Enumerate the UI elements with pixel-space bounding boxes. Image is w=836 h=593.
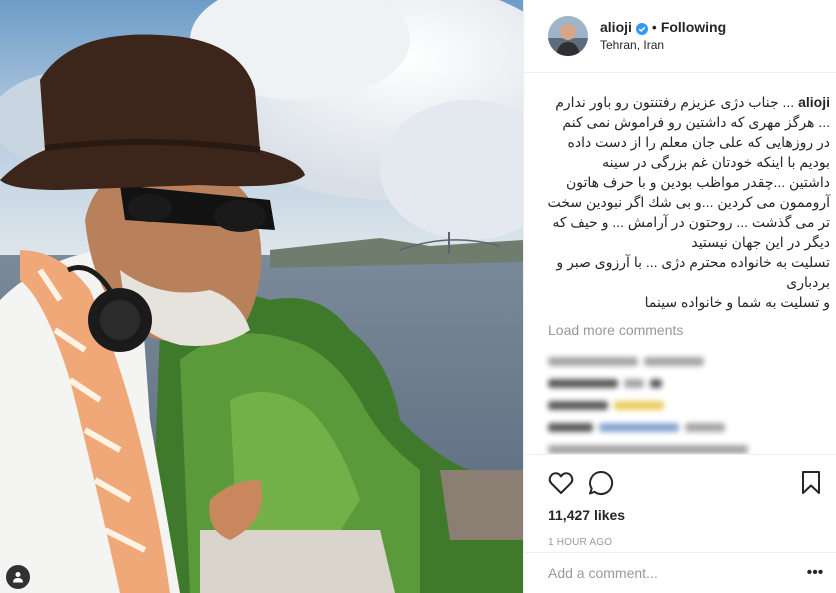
post-sidebar: alioji • Following Tehran, Iran alioji .… [523, 0, 836, 593]
caption-line: بودیم با اینکه خودتان غم بزرگی در سینه [602, 154, 830, 170]
bookmark-icon[interactable] [797, 463, 821, 503]
separator-dot: • [651, 19, 657, 35]
caption-line: تر می گذشت ... روحتون در آرامش ... و حیف… [552, 214, 830, 230]
comments-section: alioji ... جناب دژی عزیزم رفتنتون رو باو… [524, 74, 836, 454]
blurred-comment [548, 372, 827, 394]
blurred-comment [548, 438, 827, 454]
instagram-post: alioji • Following Tehran, Iran alioji .… [0, 0, 836, 593]
caption-line: دیگر در این جهان نیستید [691, 234, 830, 250]
action-icons [548, 463, 821, 503]
header-text: alioji • Following Tehran, Iran [600, 18, 726, 54]
username-link[interactable]: alioji [600, 18, 632, 36]
post-actions: 11,427 likes 1 HOUR AGO [524, 454, 836, 548]
load-more-comments-button[interactable]: Load more comments [548, 322, 827, 338]
likes-count[interactable]: 11,427 likes [548, 507, 821, 523]
photo-man-in-hat-by-sea [0, 0, 523, 593]
add-comment-bar: ••• [524, 552, 836, 593]
caption-line: تسلیت به خانواده محترم دژی ... با آرزوی … [556, 254, 830, 270]
comment-input[interactable] [548, 565, 805, 581]
post-header: alioji • Following Tehran, Iran [524, 0, 836, 73]
comment-bubble-icon[interactable] [588, 463, 628, 503]
verified-badge-icon [635, 21, 648, 35]
post-timestamp[interactable]: 1 HOUR AGO [548, 537, 821, 548]
caption-line: داشتین ...چقدر مواظب بودین و با حرف هاتو… [565, 174, 830, 190]
avatar[interactable] [548, 16, 588, 56]
blurred-comment [548, 350, 827, 372]
caption-line: alioji ... جناب دژی عزیزم رفتنتون رو باو… [548, 92, 830, 112]
caption-line: در روزهایی که علی جان معلم را از دست داد… [567, 134, 830, 150]
blurred-comments [548, 350, 827, 454]
blurred-comment [548, 394, 827, 416]
blurred-comment [548, 416, 827, 438]
user-tag-icon[interactable] [6, 565, 30, 589]
caption-line: و تسلیت به شما و خانواده سینما [644, 294, 830, 310]
post-image[interactable] [0, 0, 523, 593]
caption-username-link[interactable]: alioji [798, 94, 830, 110]
following-button[interactable]: Following [661, 18, 726, 36]
caption-line: بردباری [786, 274, 830, 290]
more-options-icon[interactable]: ••• [805, 564, 825, 582]
post-caption: alioji ... جناب دژی عزیزم رفتنتون رو باو… [548, 92, 830, 312]
location-link[interactable]: Tehran, Iran [600, 36, 726, 54]
caption-text: ... جناب دژی عزیزم رفتنتون رو باور ندارم [555, 94, 795, 110]
caption-line: آروممون می کردین ...و بی شك اگر نبودین س… [547, 194, 830, 210]
heart-icon[interactable] [548, 463, 588, 503]
header-user-row: alioji • Following [600, 18, 726, 36]
caption-line: ... هرگز مهری که داشتین رو فراموش نمی کن… [562, 114, 830, 130]
